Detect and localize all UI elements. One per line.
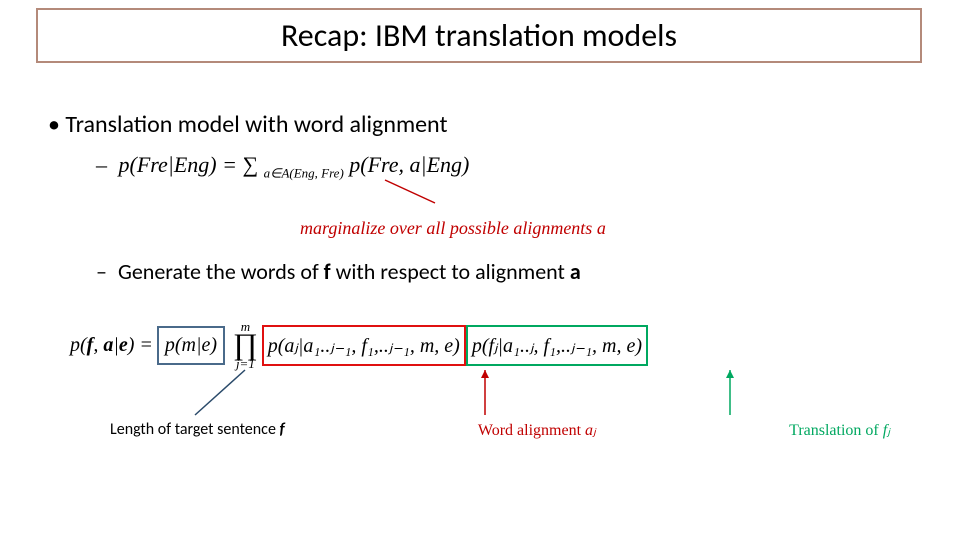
- eq1-sum-sub: a∈A(Eng, Fre): [264, 165, 344, 180]
- arrow-red-1: [380, 175, 440, 210]
- eq1-rhs: p(Fre, a|Eng): [349, 152, 469, 177]
- dash-2: –: [96, 258, 107, 285]
- arrow-green: [720, 365, 740, 420]
- product-symbol: m ∏ j=1: [233, 320, 258, 370]
- eq2-c1: ,: [93, 334, 103, 356]
- gen-f: f: [324, 258, 331, 285]
- eq1-lhs: p(Fre|Eng) =: [119, 152, 243, 177]
- prod-sym: ∏: [233, 333, 258, 357]
- arrow-red-2: [475, 365, 495, 420]
- generate-line: – Generate the words of f with respect t…: [96, 258, 581, 285]
- lbl-black-pre: Length of target sentence: [110, 420, 280, 439]
- gen-a: a: [570, 258, 581, 285]
- labels-row: Length of target sentence f Word alignme…: [110, 420, 890, 440]
- title-box: Recap: IBM translation models: [36, 8, 922, 63]
- lbl-red-pre: Word alignment: [478, 422, 585, 439]
- eq2-pc: ) =: [128, 334, 153, 356]
- bullet-main: Translation model with word alignment: [48, 110, 447, 139]
- box-length: p(m|e): [157, 326, 225, 365]
- label-length: Length of target sentence f: [110, 420, 285, 440]
- eq2-lhs: p(f, a|e) =: [70, 334, 153, 357]
- gen-pre: Generate the words of: [118, 258, 324, 285]
- label-alignment: Word alignment aⱼ: [478, 420, 596, 440]
- bullet-text: Translation model with word alignment: [65, 110, 447, 139]
- lbl-black-f: f: [280, 420, 285, 439]
- lbl-green-pre: Translation of: [789, 422, 883, 439]
- page-title: Recap: IBM translation models: [281, 16, 677, 55]
- eq2-po: p(: [70, 334, 87, 356]
- lbl-green-var: fⱼ: [883, 422, 890, 439]
- eq2-a: a: [103, 334, 113, 356]
- arrow-blue: [190, 365, 260, 420]
- eq1-sum: ∑: [242, 152, 258, 177]
- eq2-e: e: [119, 334, 128, 356]
- label-translation: Translation of fⱼ: [789, 420, 890, 440]
- box-alignment: p(aⱼ|a₁..ⱼ₋₁, f₁,..ⱼ₋₁, m, e): [262, 325, 466, 366]
- gen-mid: with respect to alignment: [336, 258, 570, 285]
- equation-2: p(f, a|e) = p(m|e) m ∏ j=1 p(aⱼ|a₁..ⱼ₋₁,…: [70, 320, 648, 370]
- dash: –: [96, 152, 107, 177]
- marginalize-text: marginalize over all possible alignments…: [300, 218, 606, 238]
- box-translation: p(fⱼ|a₁..ⱼ, f₁,..ⱼ₋₁, m, e): [466, 325, 648, 366]
- marginalize-note: marginalize over all possible alignments…: [300, 218, 606, 239]
- lbl-red-var: aⱼ: [585, 422, 596, 439]
